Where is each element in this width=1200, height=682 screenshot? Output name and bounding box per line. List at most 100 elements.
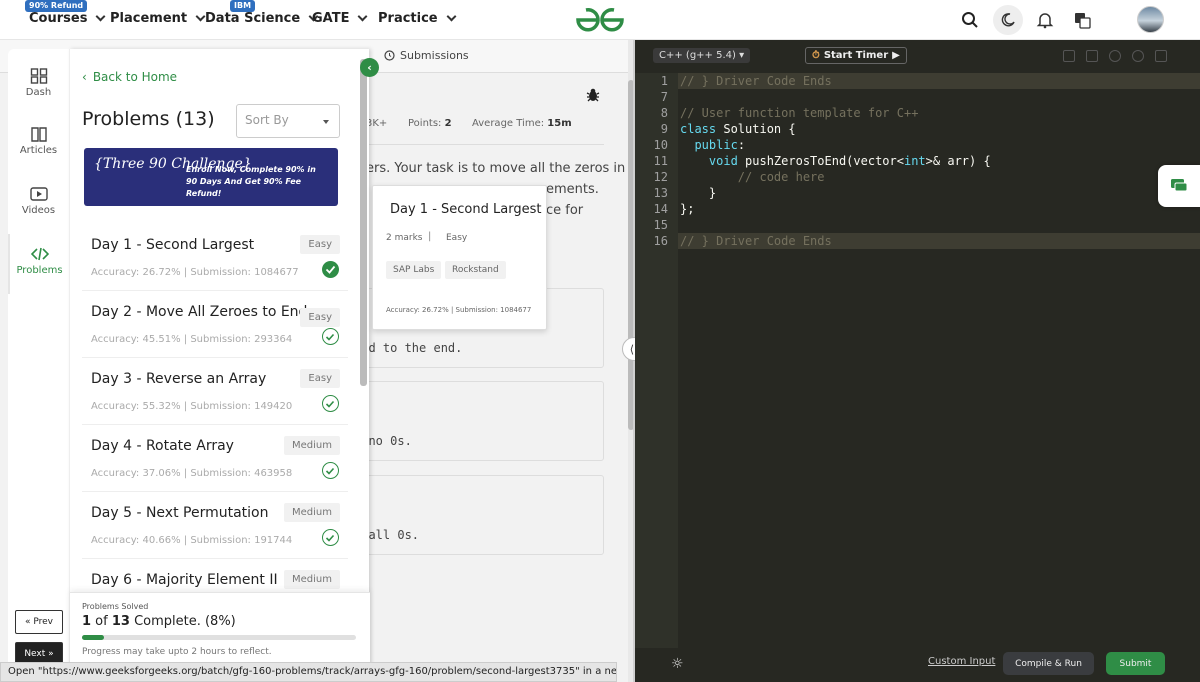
company-tag[interactable]: SAP Labs [386,261,442,279]
difficulty-badge: Medium [284,570,340,589]
fullscreen-icon[interactable] [1155,50,1167,62]
double-chevron-left-icon: « [24,617,31,627]
problem-stats: Accuracy: 45.51% | Submission: 293364 [91,334,293,345]
list-item[interactable]: Day 3 - Reverse an Array Easy Accuracy: … [82,359,348,425]
list-item[interactable]: Day 2 - Move All Zeroes to End Easy Accu… [82,292,348,358]
difficulty-badge: Easy [300,235,340,254]
top-navbar: 90% Refund Courses Placement IBM Data Sc… [0,0,1200,40]
collapse-panel-icon[interactable]: ‹ [360,58,379,77]
difficulty-badge: Easy [300,369,340,388]
code-line[interactable]: // } Driver Code Ends [680,73,832,89]
copy-icon[interactable] [1063,50,1075,62]
prev-button[interactable]: « Prev [15,610,63,634]
banner-tagline: Enroll Now, Complete 90% in 90 Days And … [186,165,316,198]
code-line[interactable]: void pushZerosToEnd(vector<int>& arr) { [680,153,991,169]
tooltip-difficulty: Easy [439,229,475,247]
submit-button[interactable]: Submit [1106,652,1165,675]
gfg-logo[interactable] [574,6,626,34]
difficulty-badge: Medium [284,436,340,455]
code-line[interactable]: }; [680,201,694,217]
sidebar-item-label: Problems [16,265,63,276]
back-to-home-link[interactable]: ‹ Back to Home [82,70,177,84]
unsolved-check-icon [322,462,339,479]
code-line[interactable]: // code here [680,169,825,185]
settings-icon[interactable] [1109,50,1121,62]
problem-text-line: ers. Your task is to move all the zeros … [366,161,626,176]
problem-list: Day 1 - Second Largest Easy Accuracy: 26… [82,225,350,643]
code-line[interactable]: // } Driver Code Ends [680,233,832,249]
sidebar-item-problems[interactable]: Problems [8,234,69,294]
nav-placement[interactable]: Placement [110,11,206,26]
language-select[interactable]: C++ (g++ 5.4) ▾ [653,48,751,63]
line-number: 14 [653,202,668,216]
dashboard-icon [30,68,47,84]
bug-report-icon[interactable] [585,87,601,103]
average-time-value: 15m [547,118,572,129]
company-tag[interactable]: Rockstand [445,261,506,279]
chat-icon [1171,179,1188,192]
template-icon[interactable] [1086,50,1098,62]
code-editor-pane: C++ (g++ 5.4) ▾ ⏱ Start Timer ▶ 1 7 8 9 … [635,40,1200,682]
code-line[interactable]: } [680,185,716,201]
three-90-challenge-banner[interactable]: {Three 90 Challenge} Enroll Now, Complet… [84,148,338,206]
sidebar-item-articles[interactable]: Articles [8,126,69,156]
tooltip-separator: | [428,231,432,242]
code-line[interactable]: public: [680,137,745,153]
nav-practice[interactable]: Practice [378,11,457,26]
compile-run-button[interactable]: Compile & Run [1003,652,1094,675]
problem-name: Day 3 - Reverse an Array [91,371,267,387]
nav-gate-label: GATE [312,11,350,26]
left-sidebar: Dash Articles Videos Problems « Prev Nex… [8,49,69,682]
bell-icon[interactable] [1033,8,1057,32]
problem-stats: Accuracy: 40.66% | Submission: 191744 [91,535,293,546]
nav-data-science-label: Data Science [205,11,301,26]
chat-button[interactable] [1158,165,1200,207]
book-icon [30,127,47,142]
start-timer-button[interactable]: ⏱ Start Timer ▶ [805,47,907,64]
translate-icon[interactable] [1070,8,1094,32]
tooltip-stats: Accuracy: 26.72% | Submission: 1084677 [386,306,532,314]
list-item[interactable]: Day 4 - Rotate Array Medium Accuracy: 37… [82,426,348,492]
tab-submissions[interactable]: Submissions [384,49,469,62]
progress-solved: 1 [82,614,92,629]
problem-text-line: ements. [546,182,599,197]
caret-down-icon [323,120,329,124]
problem-stats: Accuracy: 37.06% | Submission: 463958 [91,468,293,479]
sidebar-item-dash[interactable]: Dash [8,68,69,98]
difficulty-badge: Medium [284,503,340,522]
solved-check-icon [322,261,339,278]
list-item[interactable]: Day 5 - Next Permutation Medium Accuracy… [82,493,348,559]
average-time-label: Average Time: [472,118,545,129]
nav-data-science[interactable]: IBM Data Science [205,0,319,26]
line-gutter: 1 7 8 9 10 11 12 13 14 15 16 [635,73,678,648]
problem-list-scrollbar[interactable] [360,59,367,386]
code-line[interactable]: class Solution { [680,121,796,137]
points-value: 2 [444,118,452,129]
tab-submissions-label: Submissions [400,49,469,62]
progress-of: of [91,614,112,629]
video-icon [29,187,48,201]
avatar[interactable] [1137,6,1164,33]
ibm-badge: IBM [230,0,256,12]
sort-by-placeholder: Sort By [245,113,289,127]
line-number: 10 [653,138,668,152]
code-line[interactable]: // User function template for C++ [680,105,918,121]
dark-mode-icon[interactable] [993,5,1023,35]
line-number: 9 [660,122,668,136]
line-number: 15 [653,218,668,232]
nav-gate[interactable]: GATE [312,11,368,26]
theme-toggle-icon[interactable]: ☼ [671,656,684,672]
sidebar-item-videos[interactable]: Videos [8,186,69,216]
problem-name: Day 5 - Next Permutation [91,505,269,521]
code-icon [30,247,49,261]
browser-status-bar: Open "https://www.geeksforgeeks.org/batc… [0,662,617,682]
nav-courses[interactable]: 90% Refund Courses [25,0,106,26]
reset-icon[interactable] [1132,50,1144,62]
custom-input-link[interactable]: Custom Input [928,656,995,667]
sort-by-select[interactable]: Sort By [236,104,340,138]
list-item[interactable]: Day 1 - Second Largest Easy Accuracy: 26… [82,225,348,291]
search-icon[interactable] [958,8,982,32]
unsolved-check-icon [322,529,339,546]
chevron-down-icon [358,11,368,22]
problem-name: Day 6 - Majority Element II [91,572,278,588]
